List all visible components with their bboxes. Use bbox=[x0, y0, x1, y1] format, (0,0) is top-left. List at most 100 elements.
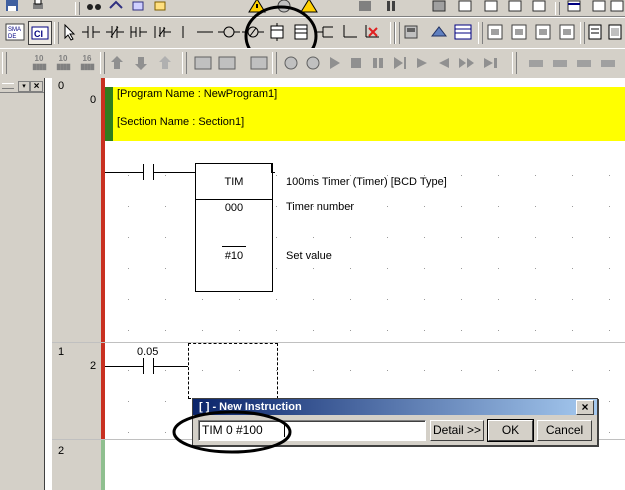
tim-operand2-comment: Set value bbox=[286, 250, 332, 262]
symbol-table-icon[interactable]: SMA DE bbox=[4, 21, 26, 43]
rung-number-cell[interactable]: 1 2 bbox=[52, 343, 103, 439]
time-chart-icon[interactable] bbox=[506, 0, 524, 16]
wire bbox=[105, 172, 143, 173]
simulator-settings-icon[interactable] bbox=[302, 52, 324, 74]
section-header: [Program Name : NewProgram1] [Section Na… bbox=[105, 87, 625, 141]
binoculars-icon[interactable] bbox=[86, 0, 102, 16]
rung-number-cell[interactable]: 2 bbox=[52, 440, 103, 490]
run-mode-icon[interactable] bbox=[356, 0, 374, 16]
stop-icon[interactable] bbox=[346, 52, 366, 74]
tim-comment: 100ms Timer (Timer) [BCD Type] bbox=[286, 176, 447, 188]
upload-icon[interactable] bbox=[106, 52, 128, 74]
io-comment-icon[interactable] bbox=[585, 21, 605, 43]
zoom-10-alt-icon[interactable]: 10 ▮▮▮▮ bbox=[52, 52, 74, 74]
settings-icon[interactable] bbox=[530, 0, 548, 16]
save-icon[interactable] bbox=[4, 0, 20, 16]
detail-button[interactable]: Detail >> bbox=[430, 420, 484, 441]
io-table-icon[interactable] bbox=[456, 0, 474, 16]
section-marker bbox=[105, 87, 113, 141]
cancel-button[interactable]: Cancel bbox=[537, 420, 592, 441]
print-icon[interactable] bbox=[30, 0, 46, 16]
ok-button[interactable]: OK bbox=[487, 419, 534, 442]
task-monitor-icon[interactable] bbox=[598, 52, 618, 74]
cross-reference-icon[interactable] bbox=[130, 0, 146, 16]
coil-icon[interactable] bbox=[218, 21, 240, 43]
help-icon[interactable] bbox=[610, 0, 624, 16]
toolbar-grip bbox=[100, 52, 105, 74]
rung-comment-icon[interactable] bbox=[606, 21, 624, 43]
pane-grip bbox=[2, 83, 14, 89]
set-icon[interactable] bbox=[484, 21, 506, 43]
task-icon[interactable] bbox=[526, 52, 546, 74]
pause-icon[interactable] bbox=[382, 0, 400, 16]
toolbar-grip bbox=[478, 22, 483, 44]
online-edit-begin-icon[interactable] bbox=[192, 52, 214, 74]
rung-separator bbox=[52, 342, 625, 343]
step-in-icon[interactable] bbox=[412, 52, 432, 74]
new-connection-icon[interactable] bbox=[338, 21, 360, 43]
tim-divider bbox=[196, 199, 272, 200]
step-out-icon[interactable] bbox=[434, 52, 454, 74]
select-cursor-icon[interactable] bbox=[60, 21, 78, 43]
contact-nc-icon[interactable] bbox=[104, 21, 126, 43]
toolbar-grip bbox=[555, 2, 560, 15]
task-settings-icon[interactable] bbox=[574, 52, 594, 74]
pause-run-icon[interactable] bbox=[368, 52, 388, 74]
force-reset-icon[interactable] bbox=[556, 21, 578, 43]
step-run-icon[interactable] bbox=[390, 52, 410, 74]
contact-or-icon[interactable] bbox=[128, 21, 150, 43]
contact-no-icon[interactable] bbox=[80, 21, 102, 43]
zoom-16-icon[interactable]: 16 ▮▮▮▮ bbox=[76, 52, 98, 74]
continuous-step-icon[interactable] bbox=[456, 52, 478, 74]
run-icon[interactable] bbox=[324, 52, 344, 74]
memory-card-icon[interactable] bbox=[430, 0, 448, 16]
monitor-table-icon[interactable] bbox=[452, 21, 474, 43]
pane-close-icon[interactable]: × bbox=[30, 81, 43, 92]
reset-icon[interactable] bbox=[508, 21, 530, 43]
cross-reference-toggle-icon[interactable]: CI bbox=[28, 21, 52, 45]
tim-operand-timer: 000 bbox=[224, 202, 244, 214]
tim-instruction-block[interactable]: TIM 000 #10 bbox=[195, 163, 273, 292]
task-list-icon[interactable] bbox=[550, 52, 570, 74]
vertical-line-icon[interactable] bbox=[176, 21, 190, 43]
selection-cursor[interactable] bbox=[188, 343, 278, 399]
download-icon[interactable] bbox=[130, 52, 152, 74]
zoom-10-icon[interactable]: 10 ▮▮▮▮ bbox=[28, 52, 50, 74]
rung-number: 1 bbox=[58, 346, 65, 358]
project-pane-titlebar: ▾ × bbox=[0, 80, 44, 93]
toolbar-grip bbox=[512, 52, 517, 74]
contact-or-nc-icon[interactable] bbox=[152, 21, 174, 43]
toolbar-grip bbox=[182, 52, 187, 74]
scan-replay-icon[interactable] bbox=[480, 52, 502, 74]
annotation-circle-input bbox=[172, 410, 292, 454]
horizontal-line-icon[interactable] bbox=[194, 21, 216, 43]
toolbar-grip bbox=[2, 52, 7, 74]
simulator-icon[interactable] bbox=[280, 52, 302, 74]
ladder-toolbar: SMA DE CI bbox=[0, 5, 625, 67]
address-reference-icon[interactable] bbox=[152, 0, 168, 16]
toolbar-grip bbox=[272, 52, 277, 74]
window-tile-icon[interactable] bbox=[565, 0, 583, 16]
replace-icon[interactable] bbox=[108, 0, 124, 16]
step-number: 2 bbox=[90, 360, 97, 372]
toolbar-grip bbox=[75, 2, 80, 15]
wire bbox=[105, 366, 143, 367]
edit-online-icon[interactable] bbox=[428, 21, 450, 43]
pane-dropdown-icon[interactable]: ▾ bbox=[18, 81, 30, 92]
online-edit-cancel-icon[interactable] bbox=[248, 52, 270, 74]
compare-icon[interactable] bbox=[154, 52, 176, 74]
transfer-to-plc-icon[interactable] bbox=[400, 21, 422, 43]
dialog-close-icon[interactable]: × bbox=[576, 400, 594, 415]
window-cascade-icon[interactable] bbox=[590, 0, 608, 16]
rung-number-cell[interactable]: 0 0 bbox=[52, 78, 103, 342]
section-name: [Section Name : Section1] bbox=[117, 116, 245, 128]
view-toolbar: 10 ▮▮▮▮ 10 ▮▮▮▮ 16 ▮▮▮▮ bbox=[0, 48, 625, 79]
toolbar-grip bbox=[54, 22, 59, 44]
output-stub bbox=[271, 172, 275, 173]
delete-connection-icon[interactable] bbox=[360, 21, 382, 43]
force-set-icon[interactable] bbox=[532, 21, 554, 43]
svg-text:CI: CI bbox=[34, 29, 43, 39]
online-edit-send-icon[interactable] bbox=[216, 52, 238, 74]
tim-operand1-comment: Timer number bbox=[286, 201, 355, 213]
data-trace-icon[interactable] bbox=[482, 0, 500, 16]
